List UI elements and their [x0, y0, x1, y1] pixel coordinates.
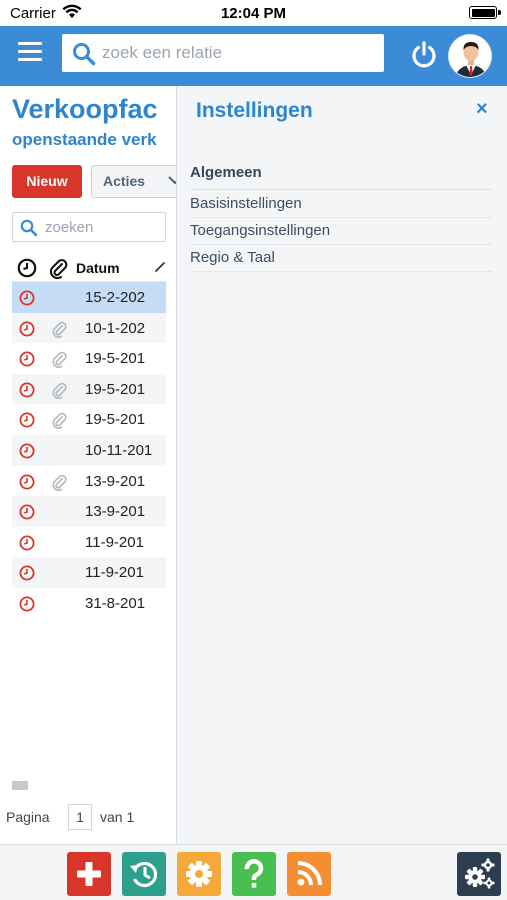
top-bar: [0, 26, 507, 86]
row-date: 11-9-201: [85, 564, 144, 582]
overdue-clock-icon: [19, 321, 35, 337]
row-date: 31-8-201: [85, 594, 146, 612]
overdue-clock-icon: [19, 504, 35, 520]
list-search: [12, 212, 166, 242]
row-date: 10-11-201: [85, 441, 153, 459]
table-row[interactable]: 31-8-201: [12, 588, 166, 619]
chevron-down-icon: [168, 176, 176, 185]
paperclip-icon: [52, 413, 67, 430]
rss-icon: [297, 861, 322, 886]
clock-icon[interactable]: [17, 258, 37, 278]
list-search-input[interactable]: [45, 213, 160, 241]
relation-search: [62, 34, 384, 72]
row-date: 11-9-201: [85, 533, 144, 551]
add-button[interactable]: [67, 852, 111, 896]
menu-button[interactable]: [18, 42, 42, 64]
new-button[interactable]: Nieuw: [12, 165, 82, 198]
horizontal-scrollbar[interactable]: [12, 781, 28, 790]
table-row[interactable]: 19-5-201: [12, 404, 166, 435]
settings-panel: Instellingen × Algemeen Basisinstellinge…: [177, 86, 507, 844]
history-button[interactable]: [122, 852, 166, 896]
question-icon: [244, 859, 264, 888]
table-row[interactable]: 11-9-201: [12, 557, 166, 588]
status-time: 12:04 PM: [220, 5, 287, 22]
row-date: 19-5-201: [85, 380, 146, 398]
table-row[interactable]: 19-5-201: [12, 343, 166, 374]
close-icon[interactable]: ×: [476, 99, 488, 119]
overdue-clock-icon: [19, 290, 35, 306]
paperclip-icon: [52, 382, 67, 399]
paperclip-icon: [52, 351, 67, 369]
status-bar: Carrier 12:04 PM: [0, 0, 507, 26]
table-row[interactable]: 10-11-201: [12, 434, 166, 466]
row-date: 19-5-201: [85, 411, 146, 429]
invoice-list-panel: Verkoopfac openstaande verk Nieuw Acties…: [0, 86, 176, 844]
row-date: 13-9-201: [85, 472, 146, 490]
overdue-clock-icon: [19, 535, 35, 551]
help-button[interactable]: [232, 852, 276, 896]
table-row[interactable]: 19-5-201: [12, 373, 166, 405]
table-row[interactable]: 11-9-201: [12, 527, 166, 558]
paperclip-icon: [52, 321, 67, 338]
invoice-rows: 15-2-202 10-1-202 19-5-201 19-5-201 19-5-201…: [12, 282, 166, 619]
settings-title: Instellingen: [196, 99, 313, 122]
overdue-clock-icon: [19, 382, 35, 398]
admin-settings-button[interactable]: [457, 852, 501, 896]
plus-icon: [77, 862, 101, 886]
overdue-clock-icon: [19, 412, 35, 428]
page-subtitle: openstaande verk: [12, 130, 157, 149]
actions-button-label: Acties: [103, 173, 146, 189]
settings-item-region-language[interactable]: Regio & Taal: [190, 245, 492, 272]
table-row[interactable]: 15-2-202: [12, 282, 166, 313]
actions-button[interactable]: Acties: [91, 165, 176, 198]
row-date: 13-9-201: [85, 503, 146, 521]
overdue-clock-icon: [19, 596, 35, 612]
table-row[interactable]: 13-9-201: [12, 466, 166, 497]
user-avatar-icon: [449, 35, 491, 77]
pencil-icon[interactable]: [154, 261, 166, 273]
search-icon: [73, 43, 96, 66]
table-header: Datum: [12, 254, 166, 282]
table-row[interactable]: 13-9-201: [12, 496, 166, 527]
power-icon[interactable]: [410, 40, 438, 70]
avatar[interactable]: [448, 34, 492, 78]
battery-icon: [469, 6, 501, 19]
paperclip-icon: [52, 474, 67, 491]
relation-search-input[interactable]: [102, 34, 372, 72]
gears-icon: [465, 858, 495, 889]
settings-button[interactable]: [177, 852, 221, 896]
settings-item-access[interactable]: Toegangsinstellingen: [190, 218, 492, 245]
settings-section-general: Algemeen: [190, 164, 492, 190]
paperclip-icon[interactable]: [48, 257, 68, 279]
overdue-clock-icon: [19, 565, 35, 581]
search-icon: [20, 219, 38, 237]
overdue-clock-icon: [19, 474, 35, 490]
row-date: 15-2-202: [85, 289, 146, 306]
pagination: Pagina 1 van 1: [0, 804, 176, 830]
pagination-label: Pagina: [6, 809, 50, 825]
history-icon: [130, 861, 158, 888]
settings-item-basic[interactable]: Basisinstellingen: [190, 191, 492, 218]
gear-icon: [186, 861, 212, 887]
page-number-input[interactable]: 1: [68, 804, 92, 830]
rss-button[interactable]: [287, 852, 331, 896]
table-row[interactable]: 10-1-202: [12, 312, 166, 344]
pagination-total: van 1: [100, 809, 135, 825]
row-date: 10-1-202: [85, 319, 146, 337]
overdue-clock-icon: [19, 351, 35, 367]
date-column-header[interactable]: Datum: [76, 260, 120, 276]
overdue-clock-icon: [19, 443, 35, 459]
row-date: 19-5-201: [85, 350, 146, 368]
bottom-toolbar: [0, 844, 507, 900]
page-title: Verkoopfac: [12, 94, 158, 124]
